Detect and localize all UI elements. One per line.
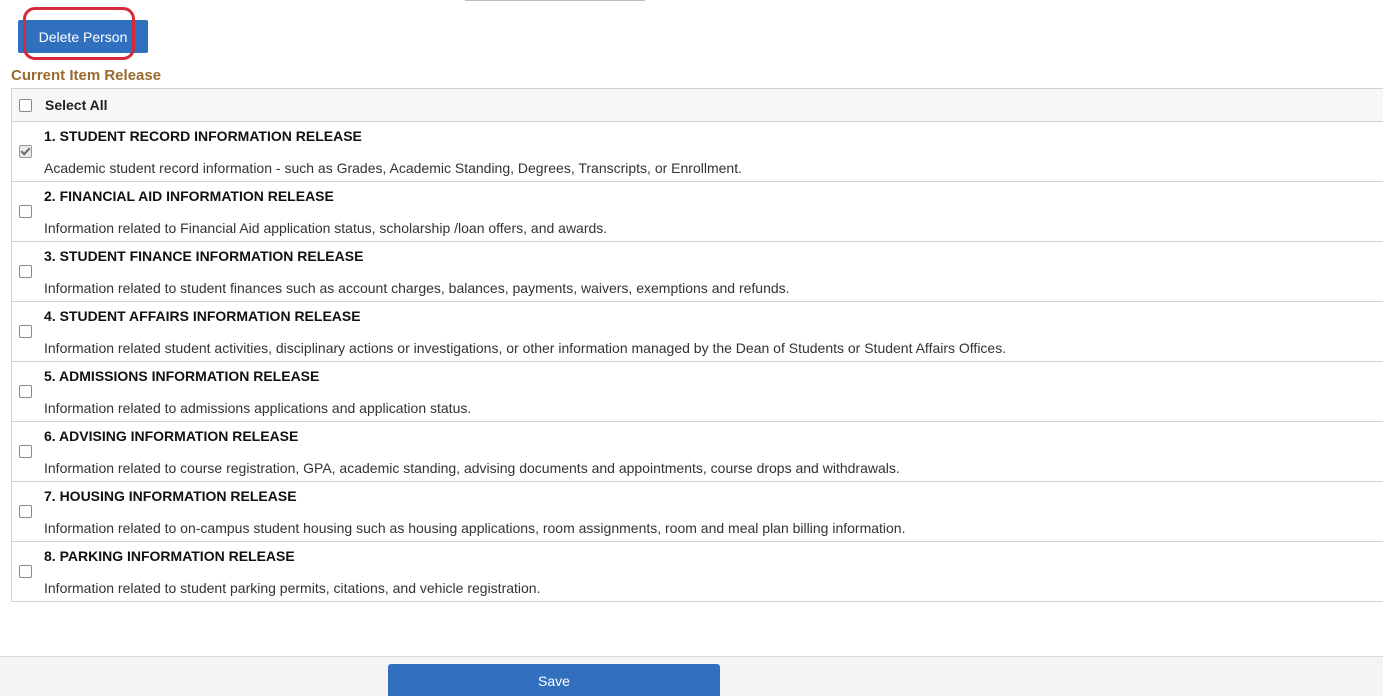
list-item: 7. HOUSING INFORMATION RELEASE Informati… (12, 482, 1383, 542)
item-title: 4. STUDENT AFFAIRS INFORMATION RELEASE (44, 308, 361, 324)
delete-person-button[interactable]: Delete Person (18, 20, 148, 53)
item-checkbox[interactable] (19, 325, 32, 338)
list-item: 6. ADVISING INFORMATION RELEASE Informat… (12, 422, 1383, 482)
list-item: 2. FINANCIAL AID INFORMATION RELEASE Inf… (12, 182, 1383, 242)
item-title: 2. FINANCIAL AID INFORMATION RELEASE (44, 188, 334, 204)
item-checkbox[interactable] (19, 385, 32, 398)
list-item: 1. STUDENT RECORD INFORMATION RELEASE Ac… (12, 122, 1383, 182)
list-item: 8. PARKING INFORMATION RELEASE Informati… (12, 542, 1383, 602)
item-title: 8. PARKING INFORMATION RELEASE (44, 548, 295, 564)
item-description: Information related to on-campus student… (44, 520, 906, 536)
item-checkbox[interactable] (19, 445, 32, 458)
item-description: Information related to student finances … (44, 280, 790, 296)
top-divider (465, 0, 645, 1)
item-title: 1. STUDENT RECORD INFORMATION RELEASE (44, 128, 362, 144)
item-title: 5. ADMISSIONS INFORMATION RELEASE (44, 368, 320, 384)
item-title: 7. HOUSING INFORMATION RELEASE (44, 488, 297, 504)
select-all-checkbox[interactable] (19, 99, 32, 112)
select-all-label: Select All (45, 97, 108, 113)
save-button[interactable]: Save (388, 664, 720, 696)
item-description: Information related to course registrati… (44, 460, 900, 476)
item-checkbox[interactable] (19, 565, 32, 578)
list-item: 4. STUDENT AFFAIRS INFORMATION RELEASE I… (12, 302, 1383, 362)
item-description: Information related student activities, … (44, 340, 1007, 356)
item-checkbox[interactable] (19, 505, 32, 518)
section-title: Current Item Release (11, 67, 162, 84)
item-checkbox[interactable] (19, 265, 32, 278)
item-description: Information related to admissions applic… (44, 400, 472, 416)
select-all-row: Select All (12, 89, 1383, 122)
list-item: 3. STUDENT FINANCE INFORMATION RELEASE I… (12, 242, 1383, 302)
item-description: Academic student record information - su… (44, 160, 742, 176)
item-title: 6. ADVISING INFORMATION RELEASE (44, 428, 299, 444)
item-checkbox[interactable] (19, 145, 32, 158)
item-description: Information related to Financial Aid app… (44, 220, 608, 236)
item-checkbox[interactable] (19, 205, 32, 218)
item-description: Information related to student parking p… (44, 580, 541, 596)
release-items-grid: Select All 1. STUDENT RECORD INFORMATION… (11, 88, 1383, 602)
item-title: 3. STUDENT FINANCE INFORMATION RELEASE (44, 248, 364, 264)
list-item: 5. ADMISSIONS INFORMATION RELEASE Inform… (12, 362, 1383, 422)
